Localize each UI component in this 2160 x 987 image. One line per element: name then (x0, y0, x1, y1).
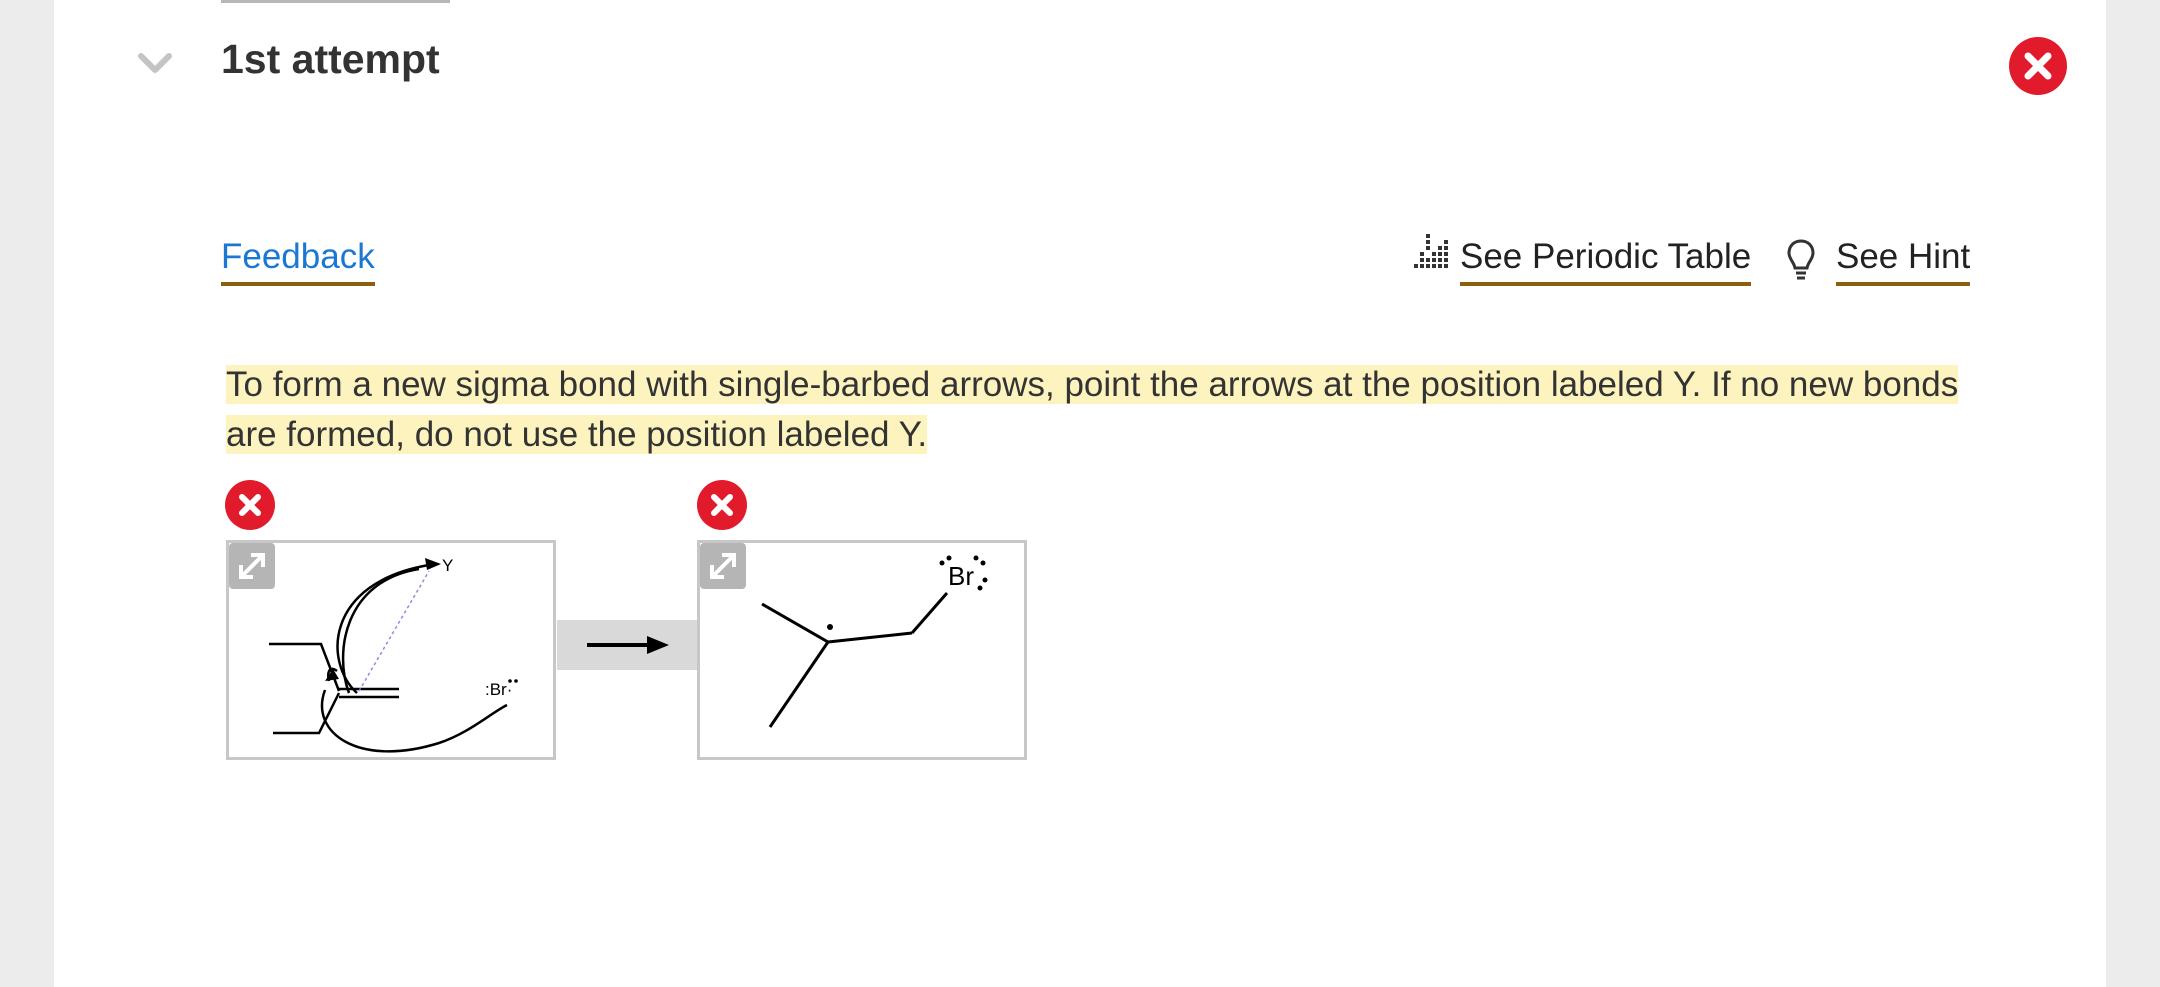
close-icon[interactable] (2009, 37, 2067, 95)
attempt-title: 1st attempt (221, 36, 440, 82)
lightbulb-icon (1787, 239, 1815, 280)
chevron-down-icon[interactable] (135, 50, 175, 80)
expand-icon[interactable] (229, 543, 275, 589)
periodic-table-icon (1414, 234, 1448, 268)
arrow-right-icon (587, 636, 669, 654)
error-icon (225, 480, 275, 530)
see-periodic-table-link[interactable]: See Periodic Table (1460, 234, 1752, 286)
tab-rule (221, 0, 450, 3)
reactant-drawing: Y :Br· (269, 556, 518, 753)
product-structure[interactable]: Br (697, 540, 1027, 760)
attempt-card (54, 0, 2106, 987)
reactant-y-label: Y (442, 556, 453, 575)
see-hint-link[interactable]: See Hint (1836, 234, 1971, 286)
feedback-message-text: To form a new sigma bond with single-bar… (226, 365, 1959, 454)
feedback-link[interactable]: Feedback (221, 234, 375, 286)
reaction-arrow-band (557, 620, 697, 670)
product-br-label: Br (948, 561, 974, 591)
expand-icon[interactable] (700, 543, 746, 589)
reactant-structure[interactable]: Y :Br· (226, 540, 556, 760)
reactant-br-label: :Br· (485, 680, 512, 699)
product-drawing: Br (761, 555, 988, 728)
feedback-message: To form a new sigma bond with single-bar… (226, 360, 1966, 460)
error-icon (697, 480, 747, 530)
